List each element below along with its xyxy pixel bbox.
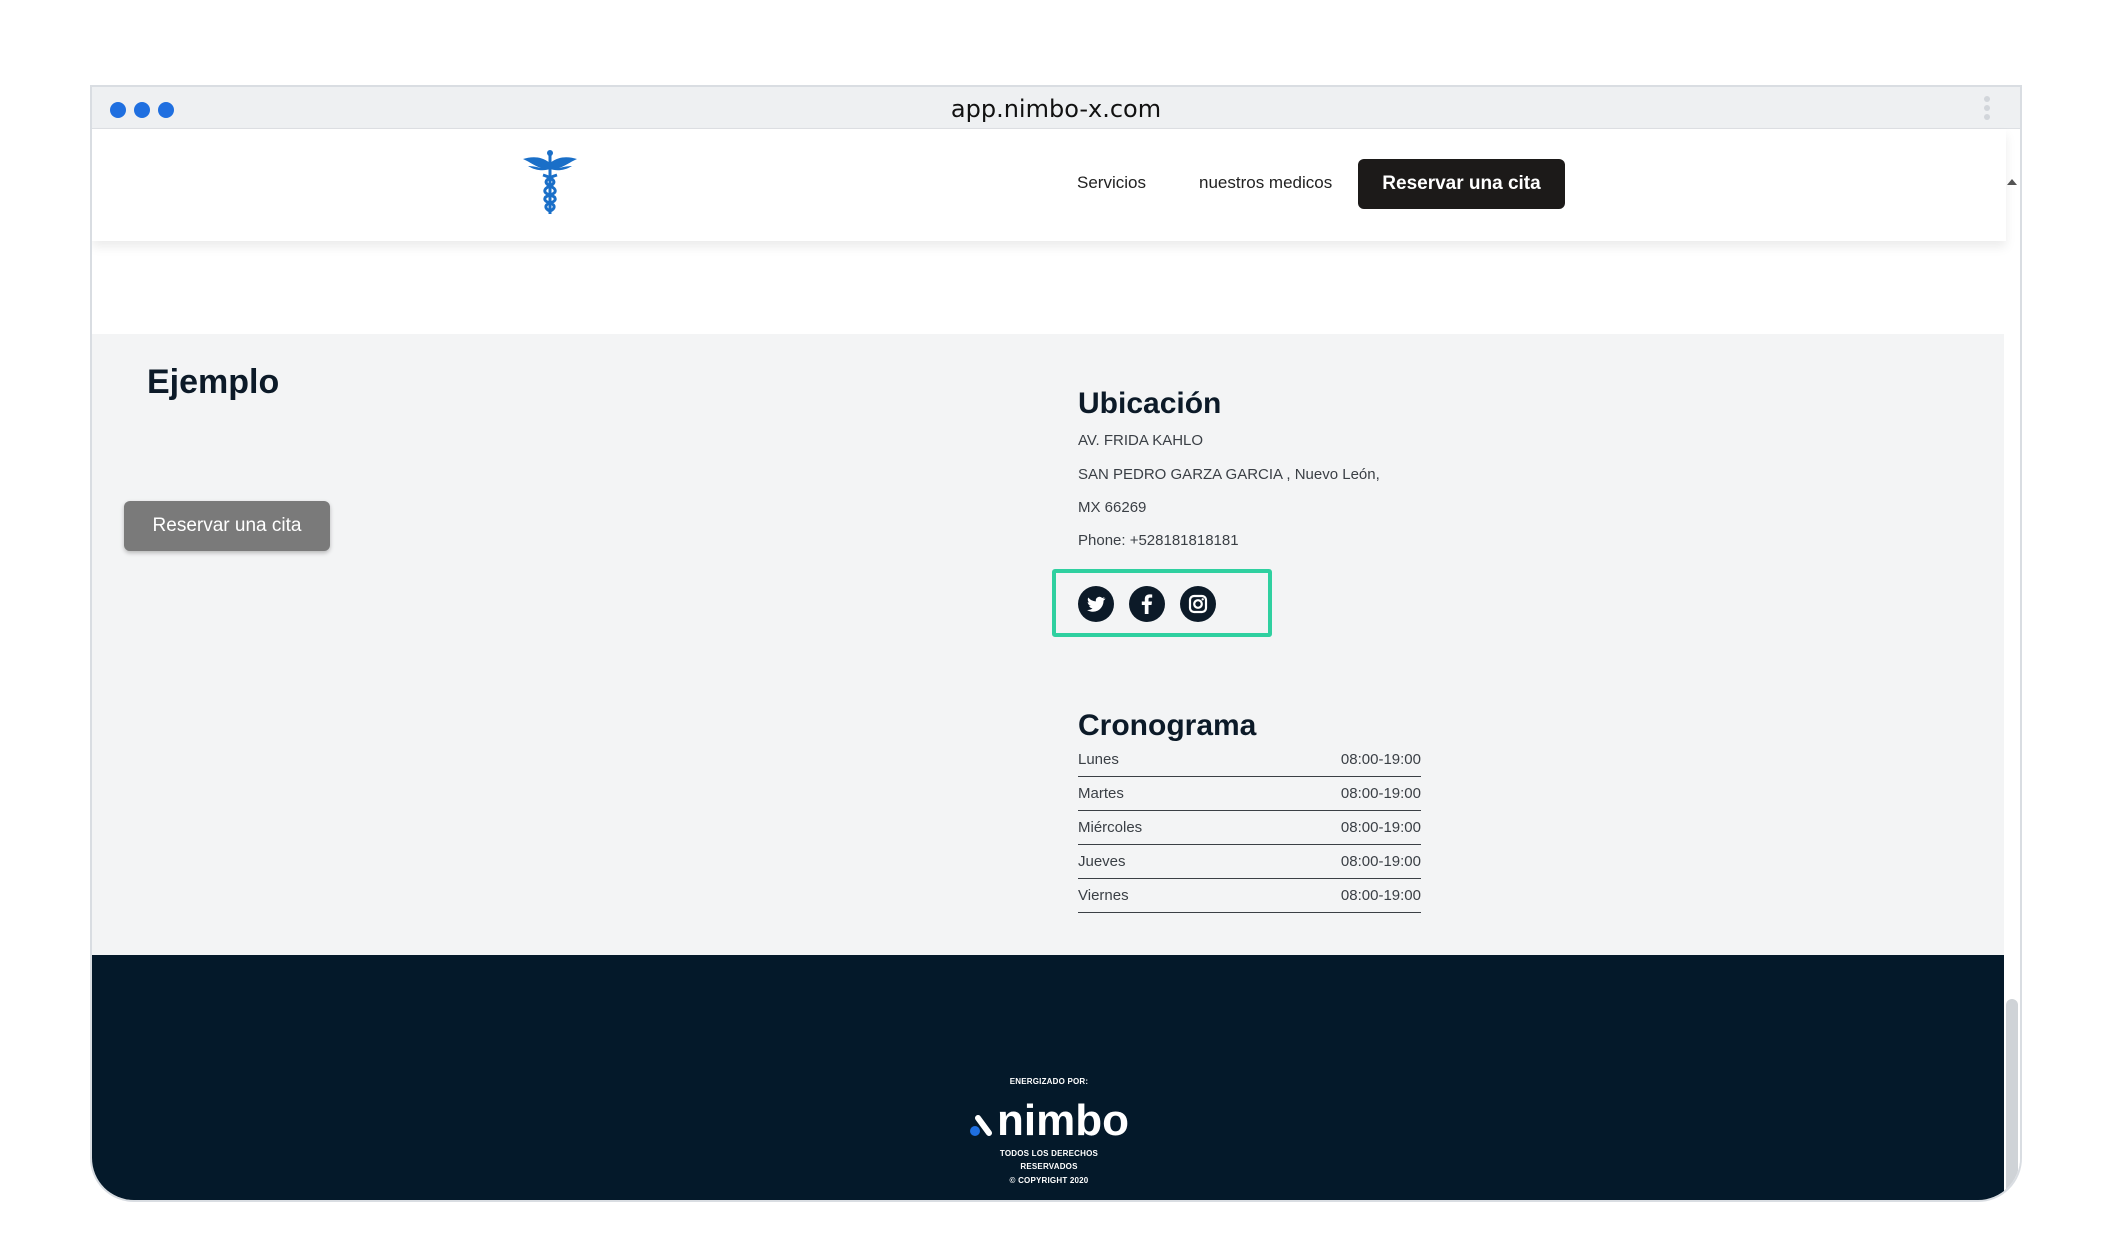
caduceus-icon[interactable] xyxy=(522,149,578,217)
schedule-row: Viernes 08:00-19:00 xyxy=(1078,879,1421,913)
schedule-day: Miércoles xyxy=(1078,819,1143,836)
powered-by-label: ENERGIZADO POR: xyxy=(1009,1077,1089,1086)
twitter-icon[interactable] xyxy=(1078,586,1114,622)
schedule-day: Lunes xyxy=(1078,751,1119,768)
address-bar-url[interactable]: app.nimbo-x.com xyxy=(92,95,2020,123)
nav-link-servicios[interactable]: Servicios xyxy=(1077,173,1146,193)
scroll-up-arrow-icon[interactable] xyxy=(2007,179,2017,185)
schedule-row: Jueves 08:00-19:00 xyxy=(1078,845,1421,879)
section-title-ejemplo: Ejemplo xyxy=(147,363,280,401)
schedule-hours: 08:00-19:00 xyxy=(1340,819,1421,836)
hero-band xyxy=(92,241,2006,334)
schedule-row: Lunes 08:00-19:00 xyxy=(1078,743,1421,777)
nimbo-wordmark: nimbo xyxy=(997,1096,1129,1145)
schedule-hours: 08:00-19:00 xyxy=(1340,887,1421,904)
schedule-day: Martes xyxy=(1078,785,1124,802)
browser-titlebar: app.nimbo-x.com xyxy=(92,87,2020,129)
book-appointment-button[interactable]: Reservar una cita xyxy=(124,501,330,551)
schedule-day: Viernes xyxy=(1078,887,1129,904)
schedule-hours: 08:00-19:00 xyxy=(1340,785,1421,802)
header-book-appointment-button[interactable]: Reservar una cita xyxy=(1358,159,1565,209)
nav-link-nuestros-medicos[interactable]: nuestros medicos xyxy=(1199,173,1332,193)
vertical-scrollbar[interactable] xyxy=(2004,129,2020,1200)
scrollbar-thumb[interactable] xyxy=(2006,999,2018,1200)
more-options-icon[interactable] xyxy=(1984,96,1990,120)
phone-line: Phone: +528181818181 xyxy=(1078,532,1239,549)
rights-line-2: RESERVADOS xyxy=(1020,1162,1078,1171)
schedule-day: Jueves xyxy=(1078,853,1126,870)
browser-window: app.nimbo-x.com Servicios nuestros medic… xyxy=(90,85,2022,1202)
schedule-row: Martes 08:00-19:00 xyxy=(1078,777,1421,811)
rights-line-1: TODOS LOS DERECHOS xyxy=(999,1149,1099,1158)
nimbo-mark-icon xyxy=(969,1111,995,1137)
address-line-2: SAN PEDRO GARZA GARCIA , Nuevo León, xyxy=(1078,466,1380,483)
nimbo-logo[interactable]: nimbo xyxy=(92,1099,2006,1143)
schedule-title: Cronograma xyxy=(1078,709,1257,742)
address-line-1: AV. FRIDA KAHLO xyxy=(1078,432,1204,449)
copyright-text: © COPYRIGHT 2020 xyxy=(1009,1176,1089,1185)
location-title: Ubicación xyxy=(1078,387,1222,420)
schedule-hours: 08:00-19:00 xyxy=(1340,853,1421,870)
address-line-3: MX 66269 xyxy=(1078,499,1147,516)
site-footer: ENERGIZADO POR: nimbo TODOS LOS DERECHOS… xyxy=(92,955,2006,1200)
facebook-icon[interactable] xyxy=(1129,586,1165,622)
site-header: Servicios nuestros medicos Reservar una … xyxy=(92,129,2006,241)
page-content: Servicios nuestros medicos Reservar una … xyxy=(92,129,2006,1200)
schedule-row: Miércoles 08:00-19:00 xyxy=(1078,811,1421,845)
instagram-icon[interactable] xyxy=(1180,586,1216,622)
schedule-hours: 08:00-19:00 xyxy=(1340,751,1421,768)
